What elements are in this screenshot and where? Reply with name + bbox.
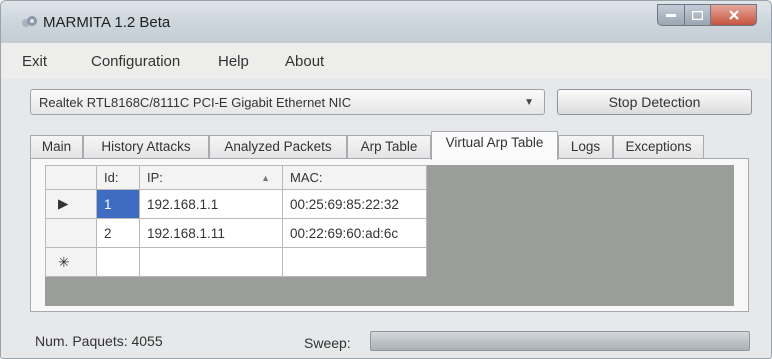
cell-id[interactable]: 2	[96, 218, 140, 248]
row-header[interactable]	[45, 218, 97, 248]
title-bar[interactable]: MARMITA 1.2 Beta	[1, 1, 771, 43]
row-header-corner	[45, 165, 97, 190]
table-row[interactable]: ▶ 1 192.168.1.1 00:25:69:85:22:32	[45, 189, 427, 219]
cell-ip-new[interactable]	[139, 247, 283, 277]
cell-id[interactable]: 1	[96, 189, 140, 219]
maximize-icon	[692, 10, 703, 20]
column-header-ip-label: IP:	[147, 170, 163, 185]
cell-ip[interactable]: 192.168.1.1	[139, 189, 283, 219]
new-row-asterisk-icon[interactable]: ✳	[45, 247, 97, 277]
window-title: MARMITA 1.2 Beta	[43, 14, 171, 31]
minimize-icon	[666, 14, 676, 17]
cell-mac[interactable]: 00:25:69:85:22:32	[282, 189, 427, 219]
tab-bar: Main History Attacks Analyzed Packets Ar…	[30, 131, 750, 160]
column-header-id[interactable]: Id:	[96, 165, 140, 190]
tab-virtual-arp-table[interactable]: Virtual Arp Table	[431, 131, 558, 160]
tab-history-attacks[interactable]: History Attacks	[83, 135, 209, 159]
tab-analyzed-packets[interactable]: Analyzed Packets	[209, 135, 347, 159]
minimize-button[interactable]	[657, 4, 685, 26]
packet-count-label: Num. Paquets: 4055	[35, 333, 163, 349]
tab-logs[interactable]: Logs	[558, 135, 613, 159]
dropdown-arrow-icon[interactable]: ▼	[524, 97, 534, 108]
data-grid: Id: IP: ▲ MAC: ▶ 1 192.168.1.1 00:25:69:8…	[45, 165, 734, 306]
network-adapter-value: Realtek RTL8168C/8111C PCI-E Gigabit Eth…	[39, 95, 352, 110]
stop-detection-button[interactable]: Stop Detection	[557, 89, 752, 115]
virtual-arp-table-panel: Id: IP: ▲ MAC: ▶ 1 192.168.1.1 00:25:69:8…	[30, 158, 749, 312]
window-controls	[657, 4, 757, 26]
close-icon	[728, 10, 739, 20]
sweep-progress-bar	[370, 331, 750, 351]
tab-exceptions[interactable]: Exceptions	[613, 135, 704, 159]
sweep-label: Sweep:	[304, 335, 351, 351]
cell-ip[interactable]: 192.168.1.11	[139, 218, 283, 248]
new-row[interactable]: ✳	[45, 247, 427, 277]
tab-arp-table[interactable]: Arp Table	[347, 135, 431, 159]
app-logo-icon	[22, 16, 37, 27]
tab-main[interactable]: Main	[30, 135, 83, 159]
app-window: MARMITA 1.2 Beta Exit Configuration Help…	[0, 0, 772, 359]
current-row-arrow-icon[interactable]: ▶	[45, 189, 97, 219]
menu-help[interactable]: Help	[218, 53, 249, 70]
arp-table: Id: IP: ▲ MAC: ▶ 1 192.168.1.1 00:25:69:8…	[45, 165, 427, 277]
table-row[interactable]: 2 192.168.1.11 00:22:69:60:ad:6c	[45, 218, 427, 248]
cell-mac-new[interactable]	[282, 247, 427, 277]
menu-about[interactable]: About	[285, 53, 324, 70]
menu-exit[interactable]: Exit	[22, 53, 47, 70]
column-header-ip[interactable]: IP: ▲	[139, 165, 283, 190]
menu-configuration[interactable]: Configuration	[91, 53, 180, 70]
status-bar: Num. Paquets: 4055 Sweep:	[1, 319, 771, 358]
column-header-mac[interactable]: MAC:	[282, 165, 427, 190]
sweep-progress-fill	[371, 332, 749, 350]
menu-bar: Exit Configuration Help About	[1, 43, 771, 79]
cell-mac[interactable]: 00:22:69:60:ad:6c	[282, 218, 427, 248]
close-button[interactable]	[711, 4, 757, 26]
sort-ascending-icon: ▲	[261, 173, 270, 183]
network-adapter-select[interactable]: Realtek RTL8168C/8111C PCI-E Gigabit Eth…	[30, 89, 545, 115]
maximize-button[interactable]	[685, 4, 711, 26]
header-row: Id: IP: ▲ MAC:	[45, 165, 427, 190]
cell-id-new[interactable]	[96, 247, 140, 277]
